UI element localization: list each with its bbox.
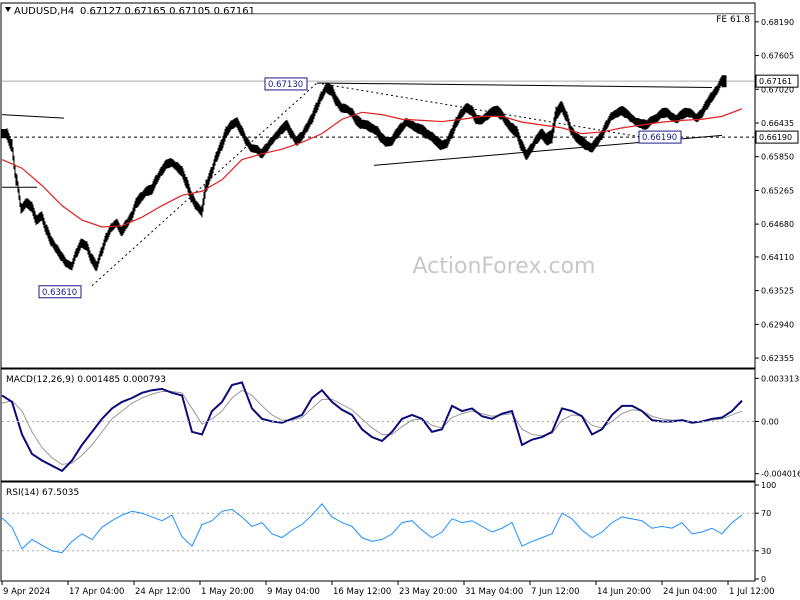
mid-low-annotation-text: 0.66190 — [642, 133, 677, 143]
macd-tick-label: 0.00 — [761, 417, 779, 426]
symbol-label: AUDUSD,H4 — [14, 6, 74, 17]
rsi-tick-label: 100 — [761, 481, 776, 490]
rsi-tick-label: 30 — [761, 547, 771, 556]
price-tick-label: 0.67605 — [761, 52, 794, 61]
time-tick-label: 1 May 20:00 — [201, 587, 254, 597]
time-tick-label: 24 Jun 04:00 — [663, 587, 717, 597]
rsi-label: RSI(14) 67.5035 — [6, 488, 79, 498]
chart-header: AUDUSD,H4 0.67127 0.67165 0.67105 0.6716… — [5, 6, 255, 17]
ohlc-values: 0.67127 0.67165 0.67105 0.67161 — [80, 6, 255, 17]
time-tick-label: 1 Jul 12:00 — [729, 587, 775, 597]
price-tick-label: 0.65265 — [761, 186, 794, 195]
chart-canvas[interactable]: ActionForex.com AUDUSD,H4 0.67127 0.6716… — [0, 0, 800, 600]
time-tick-label: 16 May 12:00 — [333, 587, 391, 597]
price-tick-label: 0.64110 — [761, 253, 794, 262]
level-price-tag-text: 0.66190 — [759, 133, 792, 142]
time-tick-label: 31 May 04:00 — [465, 587, 523, 597]
time-tick-label: 9 May 04:00 — [267, 587, 320, 597]
chart-background — [0, 0, 800, 600]
rsi-tick-label: 70 — [761, 509, 771, 518]
price-tick-label: 0.64680 — [761, 220, 794, 229]
price-tick-label: 0.68190 — [761, 18, 794, 27]
price-tick-label: 0.62355 — [761, 354, 794, 363]
time-tick-label: 9 Apr 2024 — [3, 587, 50, 597]
time-tick-label: 23 May 20:00 — [399, 587, 457, 597]
swing-high-annotation-text: 0.67130 — [268, 80, 303, 90]
price-tick-label: 0.65850 — [761, 153, 794, 162]
macd-label: MACD(12,26,9) 0.001485 0.000793 — [6, 375, 166, 385]
watermark-text: ActionForex.com — [413, 254, 596, 279]
time-tick-label: 14 Jun 20:00 — [597, 587, 651, 597]
macd-tick-label: -0.004016 — [761, 470, 800, 479]
price-tick-label: 0.63525 — [761, 287, 794, 296]
current-price-tag-text: 0.67161 — [759, 77, 792, 86]
time-tick-label: 17 Apr 04:00 — [69, 587, 124, 597]
time-tick-label: 7 Jun 12:00 — [531, 587, 580, 597]
time-tick-label: 24 Apr 12:00 — [135, 587, 190, 597]
price-tick-label: 0.62940 — [761, 320, 794, 329]
price-tick-label: 0.66435 — [761, 119, 794, 128]
rsi-tick-label: 0 — [761, 575, 766, 584]
swing-low-annotation-text: 0.63610 — [42, 288, 77, 298]
macd-tick-label: 0.003313 — [761, 374, 799, 383]
fe-level-label: FE 61.8 — [716, 15, 750, 25]
